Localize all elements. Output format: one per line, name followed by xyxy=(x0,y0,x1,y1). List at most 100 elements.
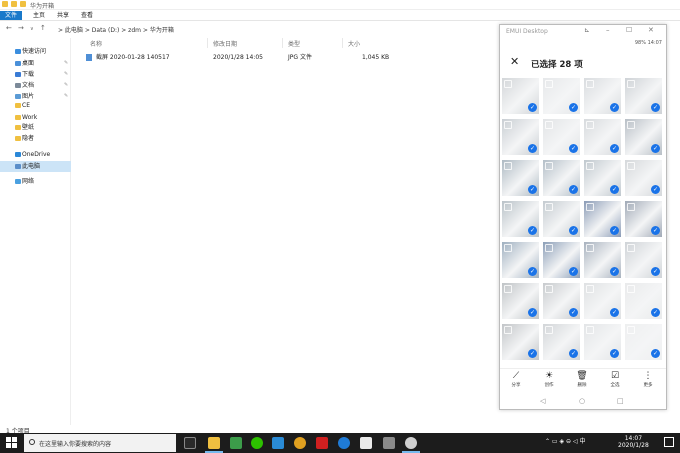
photo-thumbnail[interactable]: ✓ xyxy=(624,282,663,320)
back-arrow-icon[interactable]: ← xyxy=(6,24,12,32)
checkmark-icon[interactable]: ✓ xyxy=(610,103,619,112)
checkmark-icon[interactable]: ✓ xyxy=(651,144,660,153)
checkmark-icon[interactable]: ✓ xyxy=(610,185,619,194)
checkmark-icon[interactable]: ✓ xyxy=(651,349,660,358)
photo-thumbnail[interactable]: ✓ xyxy=(501,200,540,238)
tab-home[interactable]: 主页 xyxy=(28,11,50,20)
tab-view[interactable]: 查看 xyxy=(76,11,98,20)
checkmark-icon[interactable]: ✓ xyxy=(528,185,537,194)
photo-thumbnail[interactable]: ✓ xyxy=(501,118,540,156)
expand-icon[interactable] xyxy=(504,162,512,170)
system-tray[interactable]: ⌃ ▭ ◈ ⊖ ◁ 中 xyxy=(545,436,586,445)
expand-icon[interactable] xyxy=(504,244,512,252)
expand-icon[interactable] xyxy=(545,285,553,293)
photo-thumbnail[interactable]: ✓ xyxy=(583,159,622,197)
checkmark-icon[interactable]: ✓ xyxy=(528,267,537,276)
emui-desktop-icon[interactable] xyxy=(405,437,417,449)
expand-icon[interactable] xyxy=(627,244,635,252)
action-select-all-button[interactable]: ☑ 全选 xyxy=(601,371,629,388)
photo-thumbnail[interactable]: ✓ xyxy=(542,241,581,279)
photo-thumbnail[interactable]: ✓ xyxy=(624,241,663,279)
photo-thumbnail[interactable]: ✓ xyxy=(542,323,581,361)
checkmark-icon[interactable]: ✓ xyxy=(569,103,578,112)
photo-thumbnail[interactable]: ✓ xyxy=(542,200,581,238)
ime-indicator[interactable]: 中 xyxy=(580,438,586,445)
expand-icon[interactable] xyxy=(627,203,635,211)
expand-icon[interactable] xyxy=(627,162,635,170)
action-share-button[interactable]: ⟋ 分享 xyxy=(502,371,530,388)
checkmark-icon[interactable]: ✓ xyxy=(569,267,578,276)
photo-thumbnail[interactable]: ✓ xyxy=(542,282,581,320)
close-icon[interactable]: ✕ xyxy=(648,26,654,34)
expand-icon[interactable] xyxy=(504,121,512,129)
photo-thumbnail[interactable]: ✓ xyxy=(583,200,622,238)
table-row[interactable]: 截屏 2020-01-28 140517 2020/1/28 14:05 JPG… xyxy=(72,52,500,63)
photo-thumbnail[interactable]: ✓ xyxy=(542,118,581,156)
checkmark-icon[interactable]: ✓ xyxy=(569,349,578,358)
checkmark-icon[interactable]: ✓ xyxy=(610,349,619,358)
expand-icon[interactable] xyxy=(504,80,512,88)
pin-icon[interactable]: ✎ xyxy=(64,69,68,80)
sidebar-item[interactable]: 桌面 ✎ xyxy=(0,58,71,69)
expand-icon[interactable] xyxy=(586,285,594,293)
maximize-icon[interactable]: ☐ xyxy=(626,26,632,34)
task-view-icon[interactable] xyxy=(184,437,196,449)
chrome-icon[interactable] xyxy=(294,437,306,449)
photo-thumbnail[interactable]: ✓ xyxy=(501,77,540,115)
sidebar-item[interactable]: 快速访问 xyxy=(0,46,71,57)
expand-icon[interactable] xyxy=(627,326,635,334)
expand-icon[interactable] xyxy=(545,203,553,211)
photo-thumbnail[interactable]: ✓ xyxy=(501,159,540,197)
store-icon[interactable] xyxy=(383,437,395,449)
sidebar-item[interactable]: 此电脑 xyxy=(0,161,71,172)
back-triangle-icon[interactable]: ◁ xyxy=(540,397,545,405)
taskbar-search-box[interactable]: 在这里输入你要搜索的内容 xyxy=(24,434,176,452)
sidebar-item[interactable]: 文档 ✎ xyxy=(0,80,71,91)
column-header-size[interactable]: 大小 xyxy=(348,39,360,48)
checkmark-icon[interactable]: ✓ xyxy=(528,226,537,235)
checkmark-icon[interactable]: ✓ xyxy=(610,308,619,317)
action-trash-button[interactable]: 🗑 删除 xyxy=(568,371,596,388)
pin-icon[interactable]: ✎ xyxy=(64,58,68,69)
mail-icon[interactable] xyxy=(360,437,372,449)
expand-icon[interactable] xyxy=(627,80,635,88)
photo-thumbnail[interactable]: ✓ xyxy=(583,77,622,115)
photo-thumbnail[interactable]: ✓ xyxy=(501,282,540,320)
checkmark-icon[interactable]: ✓ xyxy=(651,308,660,317)
checkmark-icon[interactable]: ✓ xyxy=(528,349,537,358)
expand-icon[interactable] xyxy=(545,80,553,88)
dingtalk-icon[interactable] xyxy=(272,437,284,449)
photo-thumbnail[interactable]: ✓ xyxy=(624,159,663,197)
expand-icon[interactable] xyxy=(504,285,512,293)
checkmark-icon[interactable]: ✓ xyxy=(569,226,578,235)
photo-thumbnail[interactable]: ✓ xyxy=(583,323,622,361)
forward-arrow-icon[interactable]: → xyxy=(18,24,24,32)
expand-icon[interactable] xyxy=(504,203,512,211)
photo-thumbnail[interactable]: ✓ xyxy=(624,200,663,238)
sidebar-item[interactable]: 网络 xyxy=(0,176,71,187)
photo-thumbnail[interactable]: ✓ xyxy=(583,282,622,320)
checkmark-icon[interactable]: ✓ xyxy=(528,144,537,153)
expand-icon[interactable] xyxy=(586,121,594,129)
photo-thumbnail[interactable]: ✓ xyxy=(583,241,622,279)
expand-icon[interactable] xyxy=(627,285,635,293)
expand-icon[interactable] xyxy=(586,162,594,170)
tab-file[interactable]: 文件 xyxy=(0,11,23,20)
photo-thumbnail[interactable]: ✓ xyxy=(501,241,540,279)
expand-icon[interactable] xyxy=(545,326,553,334)
checkmark-icon[interactable]: ✓ xyxy=(528,103,537,112)
expand-icon[interactable] xyxy=(586,80,594,88)
photo-thumbnail[interactable]: ✓ xyxy=(542,77,581,115)
checkmark-icon[interactable]: ✓ xyxy=(569,144,578,153)
minimize-icon[interactable]: – xyxy=(606,26,610,34)
pin-icon[interactable]: ✎ xyxy=(64,80,68,91)
column-header-type[interactable]: 类型 xyxy=(288,39,300,48)
expand-icon[interactable] xyxy=(545,244,553,252)
column-header-date[interactable]: 修改日期 xyxy=(213,39,237,48)
taskbar-clock[interactable]: 14:07 2020/1/28 xyxy=(618,435,649,449)
new-folder-icon[interactable] xyxy=(20,1,26,7)
note-app-icon[interactable] xyxy=(316,437,328,449)
expand-icon[interactable] xyxy=(586,203,594,211)
checkmark-icon[interactable]: ✓ xyxy=(610,267,619,276)
expand-icon[interactable] xyxy=(586,326,594,334)
